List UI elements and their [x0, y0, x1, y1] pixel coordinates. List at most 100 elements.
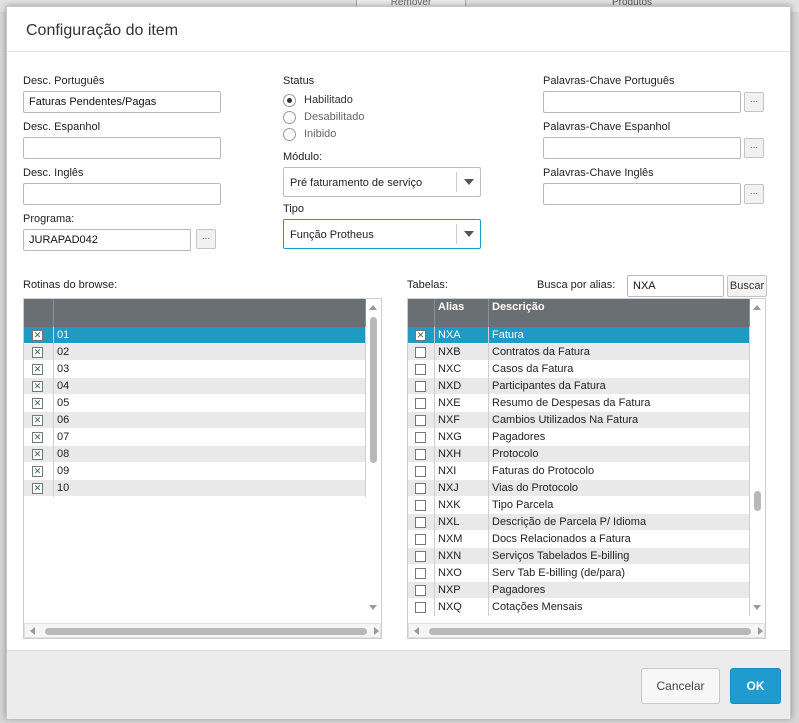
ok-button[interactable]: OK — [730, 668, 781, 704]
tabelas-check-cell[interactable] — [408, 497, 435, 514]
rotinas-row[interactable]: ✕ 04 — [24, 378, 366, 395]
scrollbar-thumb[interactable] — [754, 491, 761, 511]
tabelas-row[interactable]: NXK Tipo Parcela — [408, 497, 750, 514]
tabelas-check-cell[interactable] — [408, 446, 435, 463]
tabelas-row[interactable]: NXF Cambios Utilizados Na Fatura — [408, 412, 750, 429]
tabelas-row[interactable]: NXC Casos da Fatura — [408, 361, 750, 378]
tabelas-row[interactable]: NXQ Cotações Mensais — [408, 599, 750, 616]
tipo-select[interactable]: Função Protheus — [283, 219, 481, 249]
rotinas-check-cell[interactable]: ✕ — [24, 463, 54, 480]
busca-alias-input[interactable]: NXA — [627, 275, 724, 297]
tabelas-row[interactable]: NXE Resumo de Despesas da Fatura — [408, 395, 750, 412]
tabelas-check-cell[interactable] — [408, 599, 435, 616]
rotinas-check-cell[interactable]: ✕ — [24, 480, 54, 497]
checkbox-checked-icon[interactable]: ✕ — [32, 398, 43, 409]
radio-selected-icon[interactable] — [283, 94, 296, 107]
tabelas-vertical-scrollbar[interactable] — [750, 299, 765, 617]
palavras-pt-lookup-button[interactable]: ... — [744, 92, 764, 112]
checkbox-icon[interactable] — [415, 449, 426, 460]
tabelas-check-cell[interactable] — [408, 531, 435, 548]
tabelas-row[interactable]: NXN Serviços Tabelados E-billing — [408, 548, 750, 565]
rotinas-row[interactable]: ✕ 03 — [24, 361, 366, 378]
tabelas-row[interactable]: NXB Contratos da Fatura — [408, 344, 750, 361]
checkbox-checked-icon[interactable]: ✕ — [32, 466, 43, 477]
checkbox-icon[interactable] — [415, 364, 426, 375]
tabelas-check-cell[interactable] — [408, 548, 435, 565]
tabelas-header-alias[interactable]: Alias — [435, 299, 489, 327]
checkbox-checked-icon[interactable]: ✕ — [32, 330, 43, 341]
tabelas-row[interactable]: NXO Serv Tab E-billing (de/para) — [408, 565, 750, 582]
checkbox-icon[interactable] — [415, 500, 426, 511]
rotinas-row[interactable]: ✕ 07 — [24, 429, 366, 446]
scroll-left-icon[interactable] — [30, 627, 35, 635]
rotinas-row[interactable]: ✕ 01 — [24, 327, 366, 344]
rotinas-horizontal-scrollbar[interactable] — [24, 623, 381, 638]
rotinas-check-cell[interactable]: ✕ — [24, 378, 54, 395]
desc-espanhol-input[interactable] — [23, 137, 221, 159]
programa-input[interactable]: JURAPAD042 — [23, 229, 191, 251]
tabelas-check-cell[interactable] — [408, 395, 435, 412]
palavras-pt-input[interactable] — [543, 91, 741, 113]
palavras-en-input[interactable] — [543, 183, 741, 205]
rotinas-check-cell[interactable]: ✕ — [24, 412, 54, 429]
checkbox-icon[interactable] — [415, 381, 426, 392]
checkbox-icon[interactable] — [415, 415, 426, 426]
checkbox-icon[interactable] — [415, 466, 426, 477]
scroll-up-icon[interactable] — [369, 305, 377, 310]
checkbox-checked-icon[interactable]: ✕ — [32, 449, 43, 460]
checkbox-icon[interactable] — [415, 568, 426, 579]
rotinas-vertical-scrollbar[interactable] — [366, 299, 381, 617]
checkbox-checked-icon[interactable]: ✕ — [32, 415, 43, 426]
checkbox-checked-icon[interactable]: ✕ — [32, 364, 43, 375]
tabelas-row[interactable]: NXL Descrição de Parcela P/ Idioma — [408, 514, 750, 531]
tabelas-row[interactable]: NXI Faturas do Protocolo — [408, 463, 750, 480]
tabelas-check-cell[interactable] — [408, 582, 435, 599]
tabelas-horizontal-scrollbar[interactable] — [408, 623, 765, 638]
scroll-down-icon[interactable] — [753, 605, 761, 610]
tabelas-check-cell[interactable] — [408, 361, 435, 378]
tabelas-row[interactable]: NXJ Vias do Protocolo — [408, 480, 750, 497]
rotinas-row[interactable]: ✕ 08 — [24, 446, 366, 463]
checkbox-icon[interactable] — [415, 432, 426, 443]
tabelas-check-cell[interactable] — [408, 463, 435, 480]
scroll-left-icon[interactable] — [414, 627, 419, 635]
tabelas-check-cell[interactable] — [408, 565, 435, 582]
tabelas-row[interactable]: NXM Docs Relacionados a Fatura — [408, 531, 750, 548]
scroll-right-icon[interactable] — [758, 627, 763, 635]
scrollbar-thumb[interactable] — [370, 317, 377, 463]
rotinas-check-cell[interactable]: ✕ — [24, 446, 54, 463]
checkbox-checked-icon[interactable]: ✕ — [32, 381, 43, 392]
rotinas-check-cell[interactable]: ✕ — [24, 344, 54, 361]
palavras-en-lookup-button[interactable]: ... — [744, 184, 764, 204]
tabelas-check-cell[interactable]: ✕ — [408, 327, 435, 344]
desc-ingles-input[interactable] — [23, 183, 221, 205]
scroll-down-icon[interactable] — [369, 605, 377, 610]
scroll-right-icon[interactable] — [374, 627, 379, 635]
rotinas-row[interactable]: ✕ 06 — [24, 412, 366, 429]
rotinas-row[interactable]: ✕ 02 — [24, 344, 366, 361]
rotinas-check-cell[interactable]: ✕ — [24, 361, 54, 378]
rotinas-check-cell[interactable]: ✕ — [24, 327, 54, 344]
checkbox-icon[interactable] — [415, 602, 426, 613]
tabelas-check-cell[interactable] — [408, 344, 435, 361]
checkbox-icon[interactable] — [415, 483, 426, 494]
checkbox-icon[interactable] — [415, 585, 426, 596]
rotinas-row[interactable]: ✕ 10 — [24, 480, 366, 497]
tabelas-check-cell[interactable] — [408, 429, 435, 446]
radio-unselected-icon[interactable] — [283, 128, 296, 141]
tabelas-check-cell[interactable] — [408, 412, 435, 429]
rotinas-check-cell[interactable]: ✕ — [24, 395, 54, 412]
tabelas-row[interactable]: NXD Participantes da Fatura — [408, 378, 750, 395]
radio-unselected-icon[interactable] — [283, 111, 296, 124]
checkbox-checked-icon[interactable]: ✕ — [32, 347, 43, 358]
checkbox-checked-icon[interactable]: ✕ — [415, 330, 426, 341]
checkbox-icon[interactable] — [415, 551, 426, 562]
scroll-up-icon[interactable] — [753, 305, 761, 310]
checkbox-icon[interactable] — [415, 347, 426, 358]
tabelas-row[interactable]: NXP Pagadores — [408, 582, 750, 599]
checkbox-checked-icon[interactable]: ✕ — [32, 483, 43, 494]
checkbox-icon[interactable] — [415, 398, 426, 409]
tabelas-check-cell[interactable] — [408, 378, 435, 395]
scrollbar-thumb[interactable] — [45, 628, 367, 635]
buscar-button[interactable]: Buscar — [727, 275, 767, 297]
